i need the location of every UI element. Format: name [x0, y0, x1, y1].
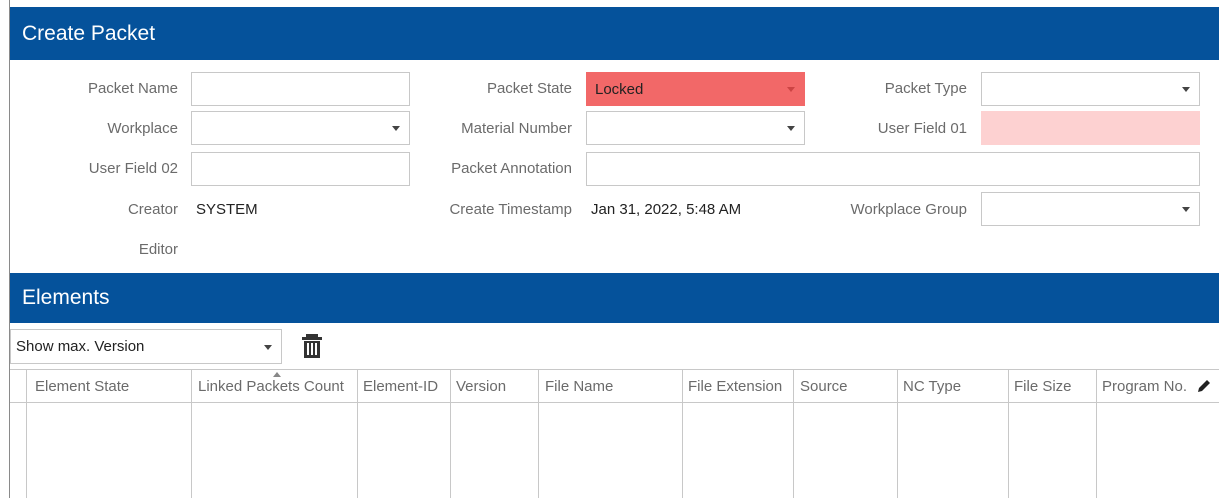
column-header-label: NC Type	[903, 378, 962, 395]
packet-state-select[interactable]: Locked	[586, 72, 805, 106]
chevron-down-icon	[787, 126, 795, 131]
workplace-select[interactable]	[191, 111, 410, 145]
create-packet-header: Create Packet	[10, 7, 1219, 60]
packet-name-input[interactable]	[191, 72, 410, 106]
user-field-01-label: User Field 01	[877, 120, 967, 137]
version-filter-value: Show max. Version	[16, 338, 145, 355]
sort-ascending-icon	[273, 372, 281, 377]
column-element-id[interactable]: Element-ID	[357, 370, 450, 498]
column-header-label: File Extension	[688, 378, 783, 395]
packet-type-select[interactable]	[981, 72, 1200, 106]
column-header-label: Version	[456, 378, 507, 395]
column-header-label: Element-ID	[363, 378, 439, 395]
column-source[interactable]: Source	[793, 370, 897, 498]
column-file-extension[interactable]: File Extension	[682, 370, 793, 498]
material-number-select[interactable]	[586, 111, 805, 145]
editor-label: Editor	[138, 241, 178, 258]
version-filter-select[interactable]: Show max. Version	[10, 329, 282, 364]
packet-type-label: Packet Type	[884, 80, 967, 97]
chevron-down-icon	[787, 87, 795, 92]
packet-annotation-input[interactable]	[586, 152, 1200, 186]
packet-state-label: Packet State	[486, 80, 572, 97]
column-file-size[interactable]: File Size	[1008, 370, 1096, 498]
column-element-state[interactable]: Element State	[26, 370, 191, 498]
elements-grid: Element State Linked Packets Count Eleme…	[10, 369, 1219, 498]
creator-value: SYSTEM	[196, 201, 258, 218]
create-timestamp-value: Jan 31, 2022, 5:48 AM	[591, 201, 742, 218]
column-header-label: File Size	[1014, 378, 1072, 395]
column-header-label: File Name	[545, 378, 614, 395]
user-field-02-input[interactable]	[191, 152, 410, 186]
creator-label: Creator	[127, 201, 178, 218]
column-file-name[interactable]: File Name	[538, 370, 682, 498]
chevron-down-icon	[392, 126, 400, 131]
column-header-label: Linked Packets Count	[198, 378, 344, 395]
pencil-icon[interactable]	[1196, 378, 1212, 394]
column-nc-type[interactable]: NC Type	[897, 370, 1008, 498]
chevron-down-icon	[1182, 207, 1190, 212]
trash-icon[interactable]	[302, 334, 322, 358]
workplace-label: Workplace	[107, 120, 178, 137]
user-field-01-input[interactable]	[981, 111, 1200, 145]
column-header-label: Source	[800, 378, 848, 395]
create-packet-window: Create Packet Packet Name Workplace User…	[9, 0, 1219, 498]
create-packet-title: Create Packet	[22, 21, 156, 45]
workplace-group-label: Workplace Group	[850, 201, 967, 218]
workplace-group-select[interactable]	[981, 192, 1200, 226]
elements-header: Elements	[10, 273, 1219, 323]
column-header-label: Element State	[35, 378, 130, 395]
material-number-label: Material Number	[461, 120, 572, 137]
chevron-down-icon	[264, 345, 272, 350]
column-program-no[interactable]: Program No.	[1096, 370, 1219, 498]
column-linked-packets-count[interactable]: Linked Packets Count	[191, 370, 357, 498]
packet-annotation-label: Packet Annotation	[451, 160, 572, 177]
column-version[interactable]: Version	[450, 370, 538, 498]
chevron-down-icon	[1182, 87, 1190, 92]
create-timestamp-label: Create Timestamp	[449, 201, 572, 218]
user-field-02-label: User Field 02	[88, 160, 178, 177]
column-header-label: Program No.	[1102, 378, 1188, 395]
packet-name-label: Packet Name	[87, 80, 178, 97]
elements-title: Elements	[22, 286, 110, 309]
